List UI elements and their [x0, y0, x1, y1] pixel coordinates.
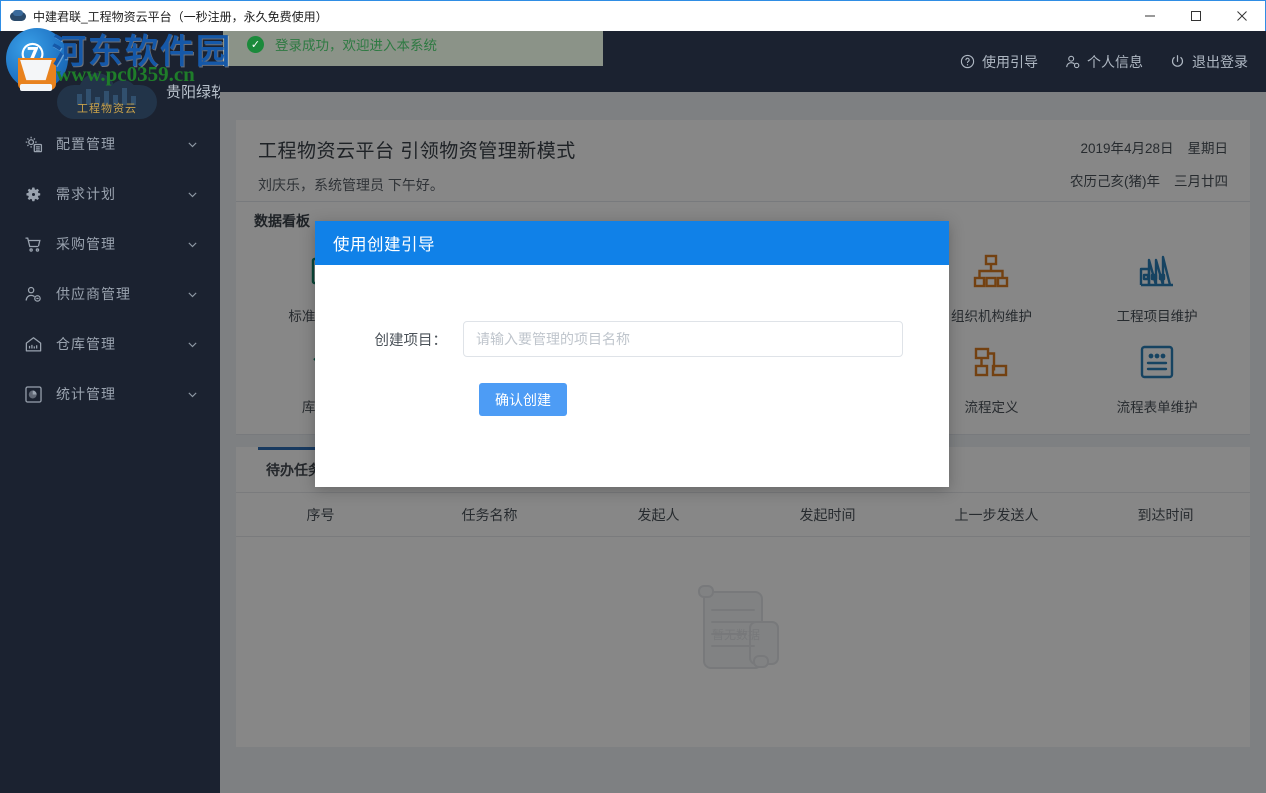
- application-window: 中建君联_工程物资云平台（一秒注册，永久免费使用）: [0, 0, 1266, 793]
- chevron-down-icon[interactable]: [182, 188, 202, 201]
- maximize-button[interactable]: [1173, 1, 1219, 31]
- sidebar-item-warehouse-management[interactable]: 仓库管理: [0, 319, 220, 369]
- sidebar: 工程物资云 贵阳绿软科技有限公司 配置管理: [0, 31, 220, 793]
- sidebar-item-label: 采购管理: [56, 234, 182, 254]
- close-button[interactable]: [1219, 1, 1265, 31]
- sidebar-menu: 配置管理 需求计划: [0, 119, 220, 419]
- minimize-button[interactable]: [1127, 1, 1173, 31]
- chevron-down-icon[interactable]: [182, 238, 202, 251]
- sidebar-item-label: 配置管理: [56, 134, 182, 154]
- chevron-down-icon[interactable]: [182, 138, 202, 151]
- supplier-user-icon: [22, 283, 44, 305]
- usage-guide-button[interactable]: 使用引导: [959, 52, 1038, 72]
- sidebar-item-supplier-management[interactable]: 供应商管理: [0, 269, 220, 319]
- cart-icon: [22, 233, 44, 255]
- check-circle-icon: ✓: [247, 36, 264, 53]
- window-controls: [1127, 1, 1265, 32]
- sidebar-item-label: 需求计划: [56, 184, 182, 204]
- gear-icon: [22, 183, 44, 205]
- modal-actions: 确认创建: [315, 383, 949, 416]
- sidebar-item-config-management[interactable]: 配置管理: [0, 119, 220, 169]
- window-title: 中建君联_工程物资云平台（一秒注册，永久免费使用）: [33, 8, 328, 25]
- topbar-actions: 使用引导 个人信息 退: [959, 31, 1248, 92]
- create-guide-modal: 使用创建引导 创建项目： 确认创建: [315, 221, 949, 487]
- sidebar-item-label: 统计管理: [56, 384, 182, 404]
- create-project-row: 创建项目：: [315, 321, 949, 357]
- topbar-action-label: 退出登录: [1192, 52, 1248, 72]
- question-circle-icon: [959, 54, 975, 70]
- sidebar-item-label: 仓库管理: [56, 334, 182, 354]
- sidebar-item-purchase-management[interactable]: 采购管理: [0, 219, 220, 269]
- topbar-action-label: 使用引导: [982, 52, 1038, 72]
- sidebar-item-statistics-management[interactable]: 统计管理: [0, 369, 220, 419]
- create-project-label: 创建项目：: [315, 329, 463, 350]
- sidebar-item-demand-plan[interactable]: 需求计划: [0, 169, 220, 219]
- toast-message: 登录成功，欢迎进入本系统: [275, 34, 437, 54]
- power-icon: [1169, 54, 1185, 70]
- modal-body: 创建项目： 确认创建: [315, 265, 949, 416]
- profile-button[interactable]: 个人信息: [1064, 52, 1143, 72]
- chevron-down-icon[interactable]: [182, 338, 202, 351]
- cloud-logo-icon: 工程物资云: [57, 73, 157, 121]
- chevron-down-icon[interactable]: [182, 388, 202, 401]
- topbar-action-label: 个人信息: [1087, 52, 1143, 72]
- logo-text: 工程物资云: [57, 100, 157, 116]
- brand-area: 工程物资云 贵阳绿软科技有限公司: [0, 31, 220, 101]
- logout-button[interactable]: 退出登录: [1169, 52, 1248, 72]
- chevron-down-icon[interactable]: [182, 288, 202, 301]
- app-icon: [10, 8, 26, 24]
- sidebar-item-label: 供应商管理: [56, 284, 182, 304]
- create-project-input[interactable]: [463, 321, 903, 357]
- confirm-create-button[interactable]: 确认创建: [479, 383, 567, 416]
- config-gear-icon: [22, 133, 44, 155]
- user-icon: [1064, 54, 1080, 70]
- modal-header: 使用创建引导: [315, 221, 949, 265]
- statistics-icon: [22, 383, 44, 405]
- company-name: 贵阳绿软科技有限公司: [166, 81, 220, 102]
- modal-title: 使用创建引导: [333, 231, 435, 255]
- window-titlebar: 中建君联_工程物资云平台（一秒注册，永久免费使用）: [0, 0, 1266, 31]
- warehouse-icon: [22, 333, 44, 355]
